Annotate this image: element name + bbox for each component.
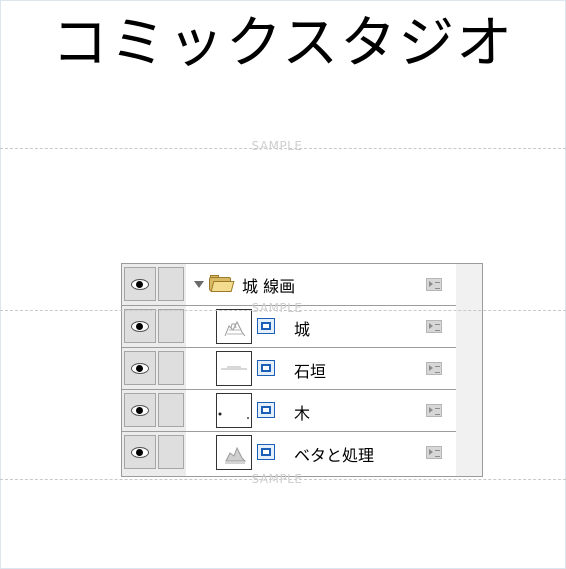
visibility-toggle[interactable]	[124, 393, 156, 427]
lock-toggle[interactable]	[158, 393, 184, 427]
visibility-toggle[interactable]	[124, 267, 156, 301]
eye-icon	[131, 363, 149, 374]
page-title: コミックスタジオ	[51, 11, 515, 76]
layer-folder-row[interactable]: 城 線画	[122, 264, 456, 306]
layer-properties-icon[interactable]	[426, 446, 442, 459]
lock-toggle[interactable]	[158, 309, 184, 343]
visibility-toggle[interactable]	[124, 435, 156, 469]
raster-layer-icon	[257, 444, 275, 460]
layer-content[interactable]: 石垣	[186, 348, 456, 389]
layer-row[interactable]: 木	[122, 390, 456, 432]
lock-toggle[interactable]	[158, 435, 184, 469]
layer-content[interactable]: 木	[186, 390, 456, 431]
eye-icon	[131, 321, 149, 332]
raster-layer-icon	[257, 318, 275, 334]
raster-layer-icon	[257, 360, 275, 376]
layer-label: 木	[294, 404, 311, 423]
layer-thumbnail	[216, 393, 252, 428]
layers-panel: 城 線画 城 石垣 木 ベタと処理	[121, 263, 483, 477]
layer-properties-icon[interactable]	[426, 404, 442, 417]
layer-thumbnail	[216, 435, 252, 470]
folder-content[interactable]: 城 線画	[186, 264, 456, 305]
raster-layer-icon	[257, 402, 275, 418]
eye-icon	[131, 279, 149, 290]
layer-thumbnail	[216, 351, 252, 386]
visibility-toggle[interactable]	[124, 351, 156, 385]
folder-open-icon	[209, 275, 235, 292]
visibility-toggle[interactable]	[124, 309, 156, 343]
lock-toggle[interactable]	[158, 267, 184, 301]
layer-label: 城	[294, 320, 311, 339]
layer-properties-icon[interactable]	[426, 362, 442, 375]
layer-properties-icon[interactable]	[426, 320, 442, 333]
folder-label: 城 線画	[242, 277, 296, 296]
layer-content[interactable]: ベタと処理	[186, 432, 456, 476]
layer-label: ベタと処理	[294, 446, 375, 465]
layer-label: 石垣	[294, 362, 327, 381]
watermark-text: SAMPLE	[251, 472, 303, 486]
eye-icon	[131, 447, 149, 458]
panel-scrollbar[interactable]	[455, 264, 482, 476]
layer-properties-icon[interactable]	[426, 278, 442, 291]
watermark-text: SAMPLE	[251, 139, 303, 153]
eye-icon	[131, 405, 149, 416]
layer-row[interactable]: ベタと処理	[122, 432, 456, 476]
triangle-down-icon[interactable]	[194, 281, 204, 288]
lock-toggle[interactable]	[158, 351, 184, 385]
watermark-text: SAMPLE	[251, 301, 303, 315]
layer-row[interactable]: 石垣	[122, 348, 456, 390]
